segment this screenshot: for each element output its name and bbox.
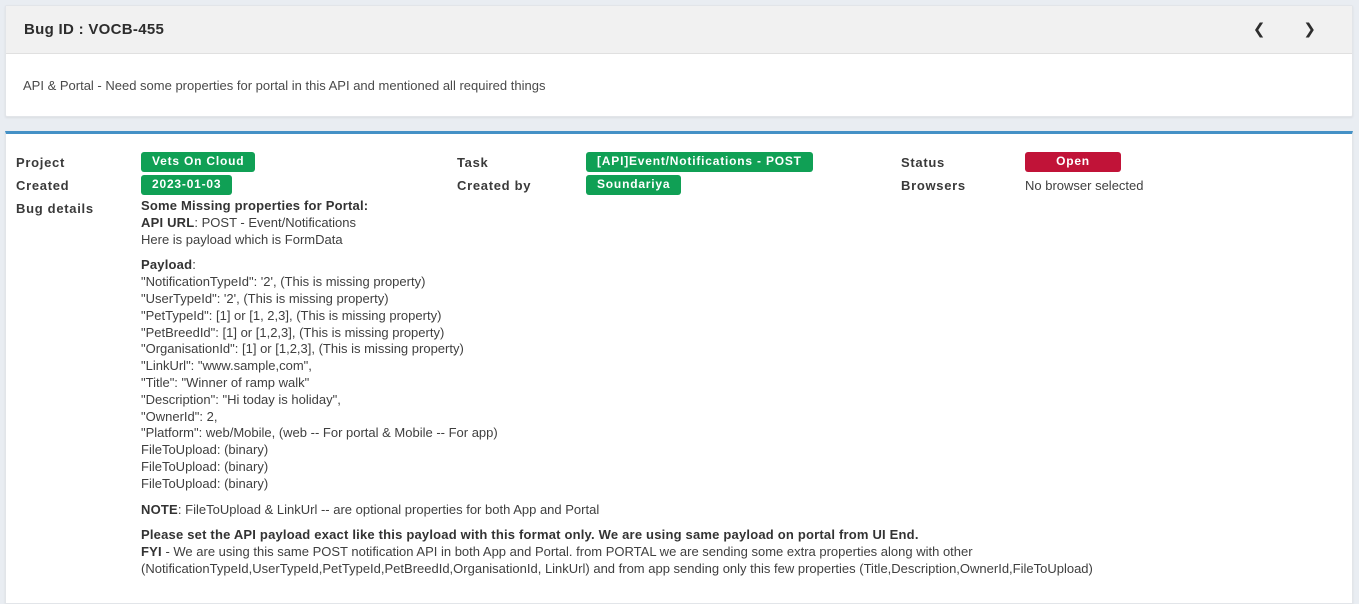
bug-meta-grid: Project Vets On Cloud Task [API]Event/No… [16,151,1340,578]
bug-details-line-bold: FYI [141,544,162,559]
bug-details-line-bold: Please set the API payload exact like th… [141,527,919,542]
created-label: Created [16,178,141,193]
browsers-label: Browsers [901,178,1025,193]
bug-details-line: "UserTypeId": '2', (This is missing prop… [141,291,1340,308]
bug-details-line: "PetBreedId": [1] or [1,2,3], (This is m… [141,325,1340,342]
bug-details-line [141,493,1340,502]
bug-details-line-text: - We are using this same POST notificati… [141,544,1093,576]
bug-details-line-text: "Platform": web/Mobile, (web -- For port… [141,425,498,440]
bug-details-content: Some Missing properties for Portal: API … [141,198,1340,578]
bug-details-line-text: "Title": "Winner of ramp walk" [141,375,309,390]
bug-details-line [141,518,1340,527]
bug-details-line: "Description": "Hi today is holiday", [141,392,1340,409]
bug-details-line-bold: NOTE [141,502,178,517]
bug-details-line [141,248,1340,257]
prev-bug-button[interactable]: ❮ [1249,20,1270,39]
next-bug-button[interactable]: ❯ [1299,20,1320,39]
created-by-value-cell: Soundariya [586,175,901,194]
bug-details-line: FileToUpload: (binary) [141,442,1340,459]
bug-details-line: "NotificationTypeId": '2', (This is miss… [141,274,1340,291]
bug-summary-text: API & Portal - Need some properties for … [23,78,545,93]
bug-details-line-bold: Payload [141,257,192,272]
bug-details-line: "Title": "Winner of ramp walk" [141,375,1340,392]
bug-details-line-text: FileToUpload: (binary) [141,459,268,474]
bug-details-label: Bug details [16,201,141,216]
bug-details-line: "LinkUrl": "www.sample,com", [141,358,1340,375]
bug-detail-card: Project Vets On Cloud Task [API]Event/No… [5,131,1353,604]
bug-details-line-text: "PetBreedId": [1] or [1,2,3], (This is m… [141,325,444,340]
bug-details-line: FYI - We are using this same POST notifi… [141,544,1340,578]
status-label: Status [901,155,1025,170]
bug-details-line: "Platform": web/Mobile, (web -- For port… [141,425,1340,442]
bug-header-card: Bug ID : VOCB-455 ❮ ❯ API & Portal - Nee… [5,5,1353,117]
browsers-value: No browser selected [1025,178,1340,193]
bug-details-line: NOTE: FileToUpload & LinkUrl -- are opti… [141,502,1340,519]
bug-details-line: "PetTypeId": [1] or [1, 2,3], (This is m… [141,308,1340,325]
status-value-cell: Open [1025,152,1340,171]
bug-details-line-text: Here is payload which is FormData [141,232,343,247]
bug-details-line-text: "OwnerId": 2, [141,409,217,424]
bug-details-line-text: : POST - Event/Notifications [194,215,356,230]
bug-id-title: Bug ID : VOCB-455 [24,21,164,38]
bug-card-header: Bug ID : VOCB-455 ❮ ❯ [6,6,1352,54]
chevron-right-icon: ❯ [1303,20,1316,38]
chevron-left-icon: ❮ [1253,20,1266,38]
task-badge: [API]Event/Notifications - POST [586,152,813,171]
status-badge: Open [1025,152,1121,171]
bug-details-line-text: "OrganisationId": [1] or [1,2,3], (This … [141,341,464,356]
bug-details-line-text: "PetTypeId": [1] or [1, 2,3], (This is m… [141,308,441,323]
task-value-cell: [API]Event/Notifications - POST [586,152,901,171]
project-badge: Vets On Cloud [141,152,255,171]
bug-details-line: Here is payload which is FormData [141,232,1340,249]
created-by-label: Created by [457,178,586,193]
bug-details-line: "OrganisationId": [1] or [1,2,3], (This … [141,341,1340,358]
bug-nav-arrows: ❮ ❯ [1249,20,1320,39]
bug-details-line-bold: Some Missing properties for Portal: [141,198,368,213]
bug-details-line-text: : [192,257,196,272]
task-label: Task [457,155,586,170]
bug-details-line: FileToUpload: (binary) [141,459,1340,476]
project-label: Project [16,155,141,170]
bug-details-line: API URL: POST - Event/Notifications [141,215,1340,232]
bug-details-line-text: "NotificationTypeId": '2', (This is miss… [141,274,425,289]
bug-details-line-text: "LinkUrl": "www.sample,com", [141,358,312,373]
bug-details-line-text: FileToUpload: (binary) [141,476,268,491]
created-badge: 2023-01-03 [141,175,232,194]
bug-details-line-text: "UserTypeId": '2', (This is missing prop… [141,291,389,306]
bug-details-line-text: FileToUpload: (binary) [141,442,268,457]
project-value-cell: Vets On Cloud [141,152,457,171]
bug-details-line-text: "Description": "Hi today is holiday", [141,392,341,407]
bug-details-line: Some Missing properties for Portal: [141,198,1340,215]
bug-details-line-text: : FileToUpload & LinkUrl -- are optional… [178,502,599,517]
created-value-cell: 2023-01-03 [141,175,457,194]
bug-details-line: FileToUpload: (binary) [141,476,1340,493]
bug-details-line: "OwnerId": 2, [141,409,1340,426]
bug-details-line-bold: API URL [141,215,194,230]
page: Bug ID : VOCB-455 ❮ ❯ API & Portal - Nee… [0,0,1359,604]
created-by-badge: Soundariya [586,175,681,194]
bug-card-body: API & Portal - Need some properties for … [6,54,1352,116]
bug-details-line: Please set the API payload exact like th… [141,527,1340,544]
bug-details-line: Payload: [141,257,1340,274]
